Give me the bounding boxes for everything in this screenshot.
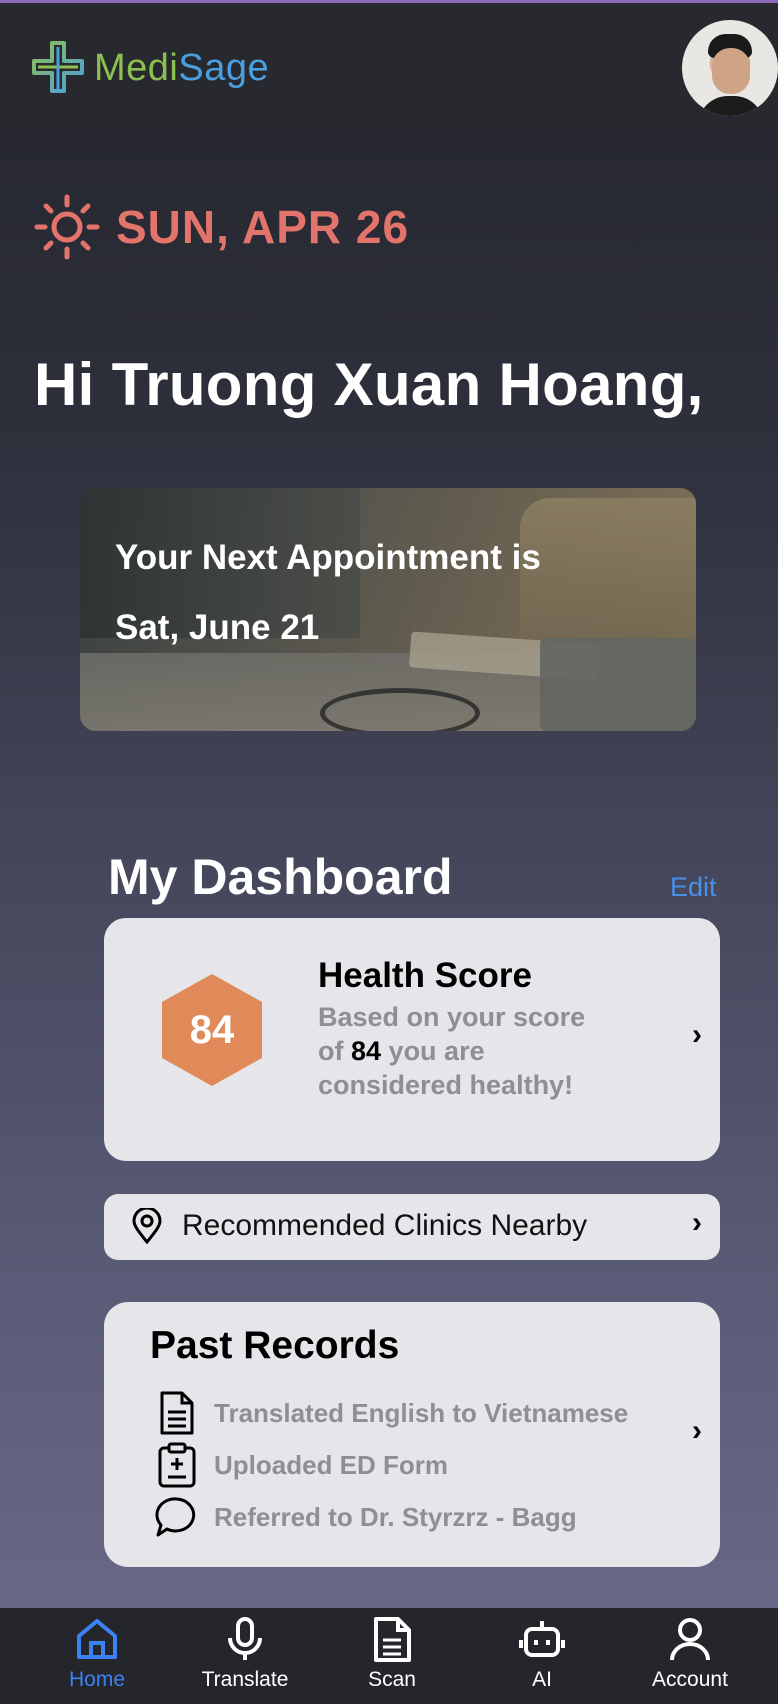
health-score-card[interactable]: 84 Health Score Based on your score of 8… [104,918,720,1161]
tab-label: Account [652,1668,728,1691]
chevron-right-icon: › [692,1206,702,1239]
app-header: MediSage [0,3,778,130]
dashboard-title: My Dashboard [108,849,453,905]
past-records-card[interactable]: Past Records Translated English to Vietn… [104,1302,720,1567]
tab-label: Home [68,1668,126,1691]
document-icon [374,1617,411,1662]
health-score-description: Based on your score of 84 you are consid… [318,1002,586,1100]
microphone-icon [228,1617,262,1660]
avatar[interactable] [682,20,778,116]
recommended-clinics-label: Recommended Clinics Nearby [182,1209,588,1242]
record-label: Referred to Dr. Styrzrz - Bagg [214,1501,577,1532]
robot-icon [519,1621,565,1657]
chevron-right-icon: › [692,1414,702,1447]
person-icon [670,1618,710,1661]
health-score-value: 84 [189,1007,235,1052]
health-score-title: Health Score [318,956,532,995]
tab-translate[interactable]: Translate [185,1616,305,1692]
document-icon [160,1391,194,1435]
greeting-heading: Hi Truong Xuan Hoang, [34,351,704,418]
medical-form-icon [158,1442,196,1488]
app-logo[interactable]: MediSage [30,39,269,97]
location-pin-icon [132,1208,162,1244]
next-appointment-card[interactable]: Your Next Appointment is Sat, June 21 [80,488,696,731]
sun-icon [34,194,100,260]
list-item[interactable]: Translated English to Vietnamese [154,1390,628,1436]
list-item[interactable]: Referred to Dr. Styrzrz - Bagg [154,1494,577,1540]
tab-label: Translate [201,1668,289,1691]
list-item[interactable]: Uploaded ED Form [154,1442,448,1488]
app-name: MediSage [94,46,270,89]
chevron-right-icon: › [692,1018,702,1051]
medical-cross-logo-icon [32,41,84,93]
tab-home[interactable]: Home [37,1616,157,1692]
past-records-title: Past Records [150,1324,400,1367]
recommended-clinics-row[interactable]: Recommended Clinics Nearby › [104,1194,720,1260]
date-display: SUN, APR 26 [34,194,409,260]
tab-label: Scan [368,1668,416,1691]
date-text: SUN, APR 26 [116,201,410,253]
tab-scan[interactable]: Scan [332,1616,452,1692]
edit-dashboard-link[interactable]: Edit [670,872,717,903]
bottom-tab-bar: Home Translate Scan AI Account [0,1608,778,1704]
chat-bubble-icon [155,1497,196,1537]
home-icon [77,1619,117,1659]
tab-ai[interactable]: AI [482,1616,602,1692]
appointment-date: Sat, June 21 [115,608,320,647]
tab-account[interactable]: Account [630,1616,750,1692]
appointment-label: Your Next Appointment is [115,538,541,577]
record-label: Uploaded ED Form [214,1449,449,1480]
record-label: Translated English to Vietnamese [214,1397,629,1428]
tab-label: AI [532,1668,552,1691]
